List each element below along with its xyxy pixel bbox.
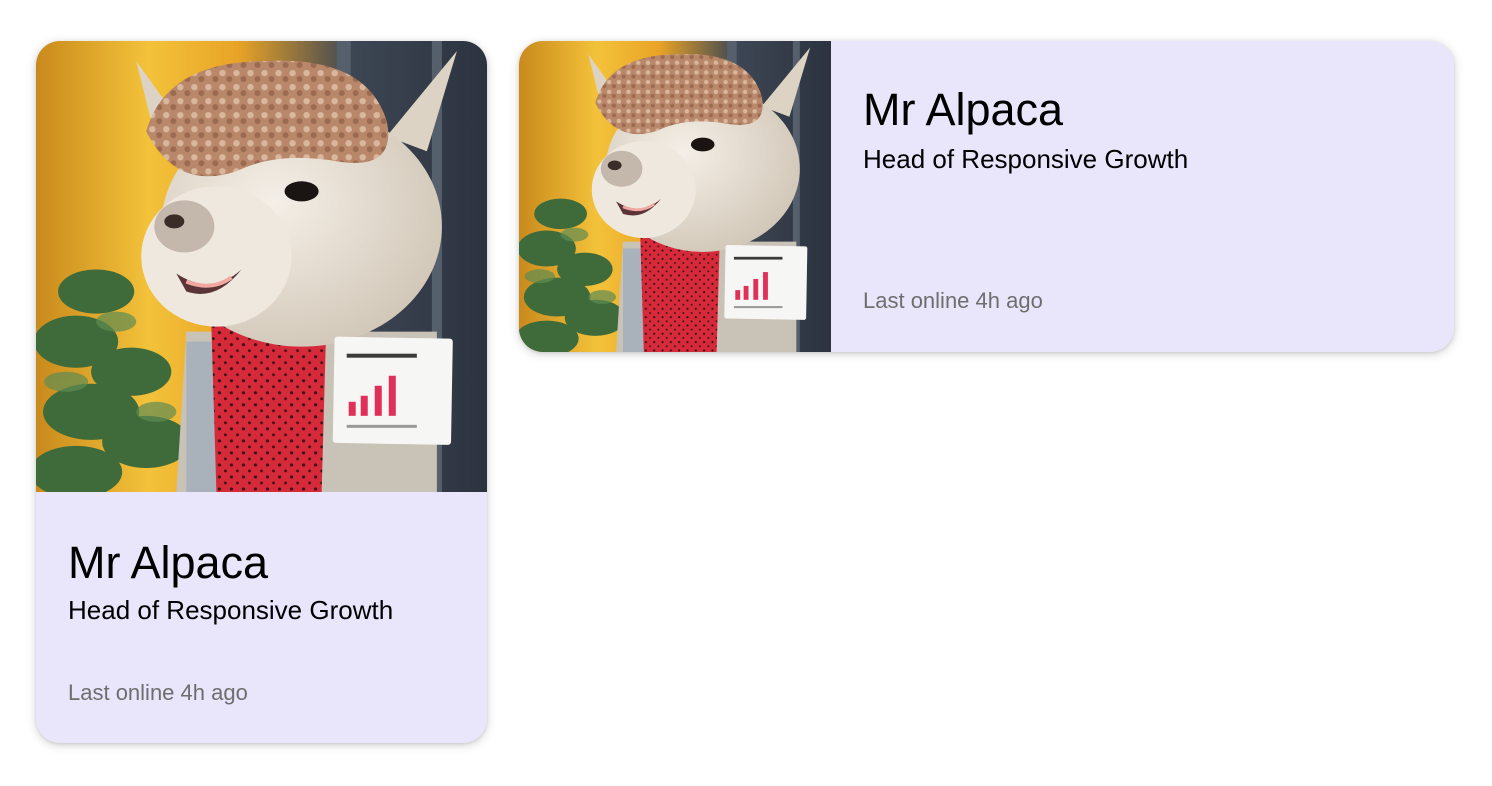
profile-photo [519, 41, 831, 352]
profile-name: Mr Alpaca [68, 537, 269, 588]
profile-card-horizontal[interactable]: Mr Alpaca Head of Responsive Growth Last… [519, 41, 1454, 352]
profile-card-body: Mr Alpaca Head of Responsive Growth Last… [68, 492, 463, 743]
profile-name: Mr Alpaca [863, 84, 1064, 135]
profile-card-vertical[interactable]: Mr Alpaca Head of Responsive Growth Last… [36, 41, 487, 743]
profile-role: Head of Responsive Growth [68, 595, 394, 625]
profile-photo [36, 41, 487, 492]
last-online-status: Last online 4h ago [863, 288, 1043, 313]
profile-role: Head of Responsive Growth [863, 144, 1189, 174]
profile-card-body: Mr Alpaca Head of Responsive Growth Last… [831, 41, 1454, 352]
alpaca-photo [519, 41, 831, 352]
alpaca-photo [36, 41, 487, 492]
last-online-status: Last online 4h ago [68, 680, 248, 705]
